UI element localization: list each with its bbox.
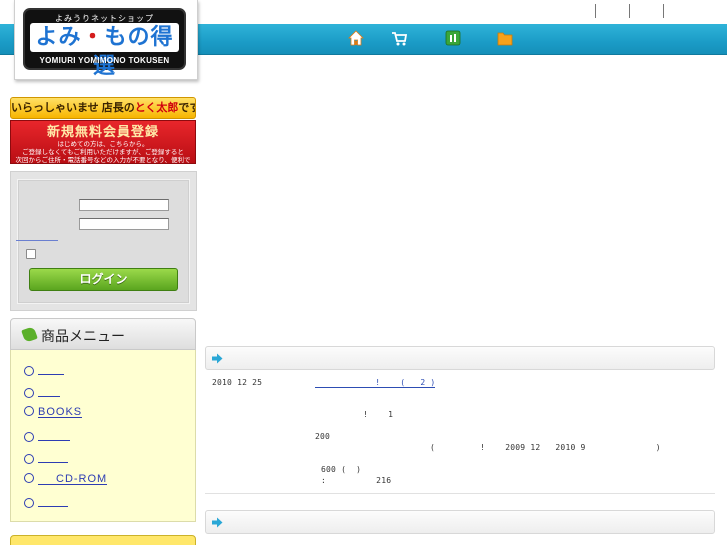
- logo-wordmark-part2: もの得選: [92, 25, 174, 79]
- menu-item-label: [38, 429, 70, 441]
- menu-item-2[interactable]: [24, 385, 60, 399]
- register-line-1: はじめての方は、こちらから。: [57, 141, 149, 148]
- product-menu-title: 商品メニュー: [41, 329, 125, 345]
- register-banner[interactable]: 新規無料会員登録 はじめての方は、こちらから。 ご登録しなくてもご利用いただけま…: [10, 120, 196, 172]
- menu-item-label: [38, 495, 68, 507]
- circle-bullet-icon: [24, 366, 34, 376]
- logo-english: YOMIURI YOMIMONO TOKUSEN: [39, 56, 170, 65]
- login-password-input[interactable]: [79, 218, 169, 230]
- welcome-prefix: いらっしゃいませ 店長の: [11, 102, 135, 114]
- menu-item-cd-rom[interactable]: CD-ROM: [24, 473, 108, 487]
- utility-link-2[interactable]: [629, 4, 663, 18]
- circle-bullet-icon: [24, 454, 34, 464]
- news-line-1: ! 1: [363, 410, 394, 419]
- news-date: 2010 12 25: [212, 378, 263, 387]
- menu-item-label: CD-ROM: [38, 473, 108, 485]
- menu-item-4[interactable]: [24, 429, 70, 443]
- book-icon[interactable]: [445, 30, 461, 46]
- logo-wordmark: よみ・もの得選: [30, 23, 179, 79]
- second-section-header: [205, 510, 715, 534]
- folder-icon[interactable]: [497, 30, 513, 46]
- news-headline-link[interactable]: ! ( 2 ): [315, 378, 436, 388]
- circle-bullet-icon: [24, 498, 34, 508]
- arrow-right-icon: [212, 517, 223, 528]
- product-menu-header: 商品メニュー: [10, 318, 196, 350]
- menu-item-1[interactable]: [24, 363, 64, 377]
- news-line-5: : 216: [321, 476, 392, 485]
- remember-me-checkbox[interactable]: [26, 249, 36, 259]
- bottom-banner[interactable]: [10, 535, 196, 545]
- logo-wordmark-part1: よみ: [35, 25, 82, 50]
- menu-item-label: [38, 451, 68, 463]
- news-line-3: ( ! 2009 12 2010 9 ): [430, 443, 661, 452]
- logo-wordmark-dot: ・: [81, 25, 105, 50]
- news-line-2: 200: [315, 432, 331, 441]
- utility-link-1[interactable]: [595, 4, 629, 18]
- menu-item-label: [38, 385, 60, 397]
- arrow-right-icon: [212, 353, 223, 364]
- utility-links: [595, 4, 697, 18]
- circle-bullet-icon: [24, 473, 34, 483]
- circle-bullet-icon: [24, 388, 34, 398]
- login-button[interactable]: ログイン: [29, 268, 178, 291]
- welcome-name: とく太郎: [134, 102, 179, 114]
- register-line-2: ご登録しなくてもご利用いただけますが、ご登録すると: [22, 149, 184, 156]
- cart-icon[interactable]: [391, 30, 407, 46]
- login-id-input[interactable]: [79, 199, 169, 211]
- circle-bullet-icon: [24, 432, 34, 442]
- utility-link-3[interactable]: [663, 4, 697, 18]
- circle-bullet-icon: [24, 406, 34, 416]
- logo-badge: よみうりネットショップ よみ・もの得選 YOMIURI YOMIMONO TOK…: [23, 8, 186, 79]
- forgot-password-link[interactable]: [16, 240, 58, 241]
- register-title: 新規無料会員登録: [46, 124, 159, 139]
- site-logo[interactable]: よみうりネットショップ よみ・もの得選 YOMIURI YOMIMONO TOK…: [14, 0, 198, 80]
- tag-icon: [21, 326, 38, 343]
- news-section-header: [205, 346, 715, 370]
- menu-item-books[interactable]: BOOKS: [24, 406, 83, 420]
- news-divider: [205, 493, 715, 494]
- news-line-4: 600 ( ): [321, 465, 362, 474]
- menu-item-label: [38, 363, 64, 375]
- menu-item-7[interactable]: [24, 495, 68, 509]
- home-icon[interactable]: [348, 30, 364, 46]
- menu-item-label: BOOKS: [38, 406, 83, 418]
- menu-item-5[interactable]: [24, 451, 68, 465]
- welcome-suffix: です。: [178, 102, 195, 114]
- welcome-banner: いらっしゃいませ 店長のとく太郎です。: [10, 97, 196, 119]
